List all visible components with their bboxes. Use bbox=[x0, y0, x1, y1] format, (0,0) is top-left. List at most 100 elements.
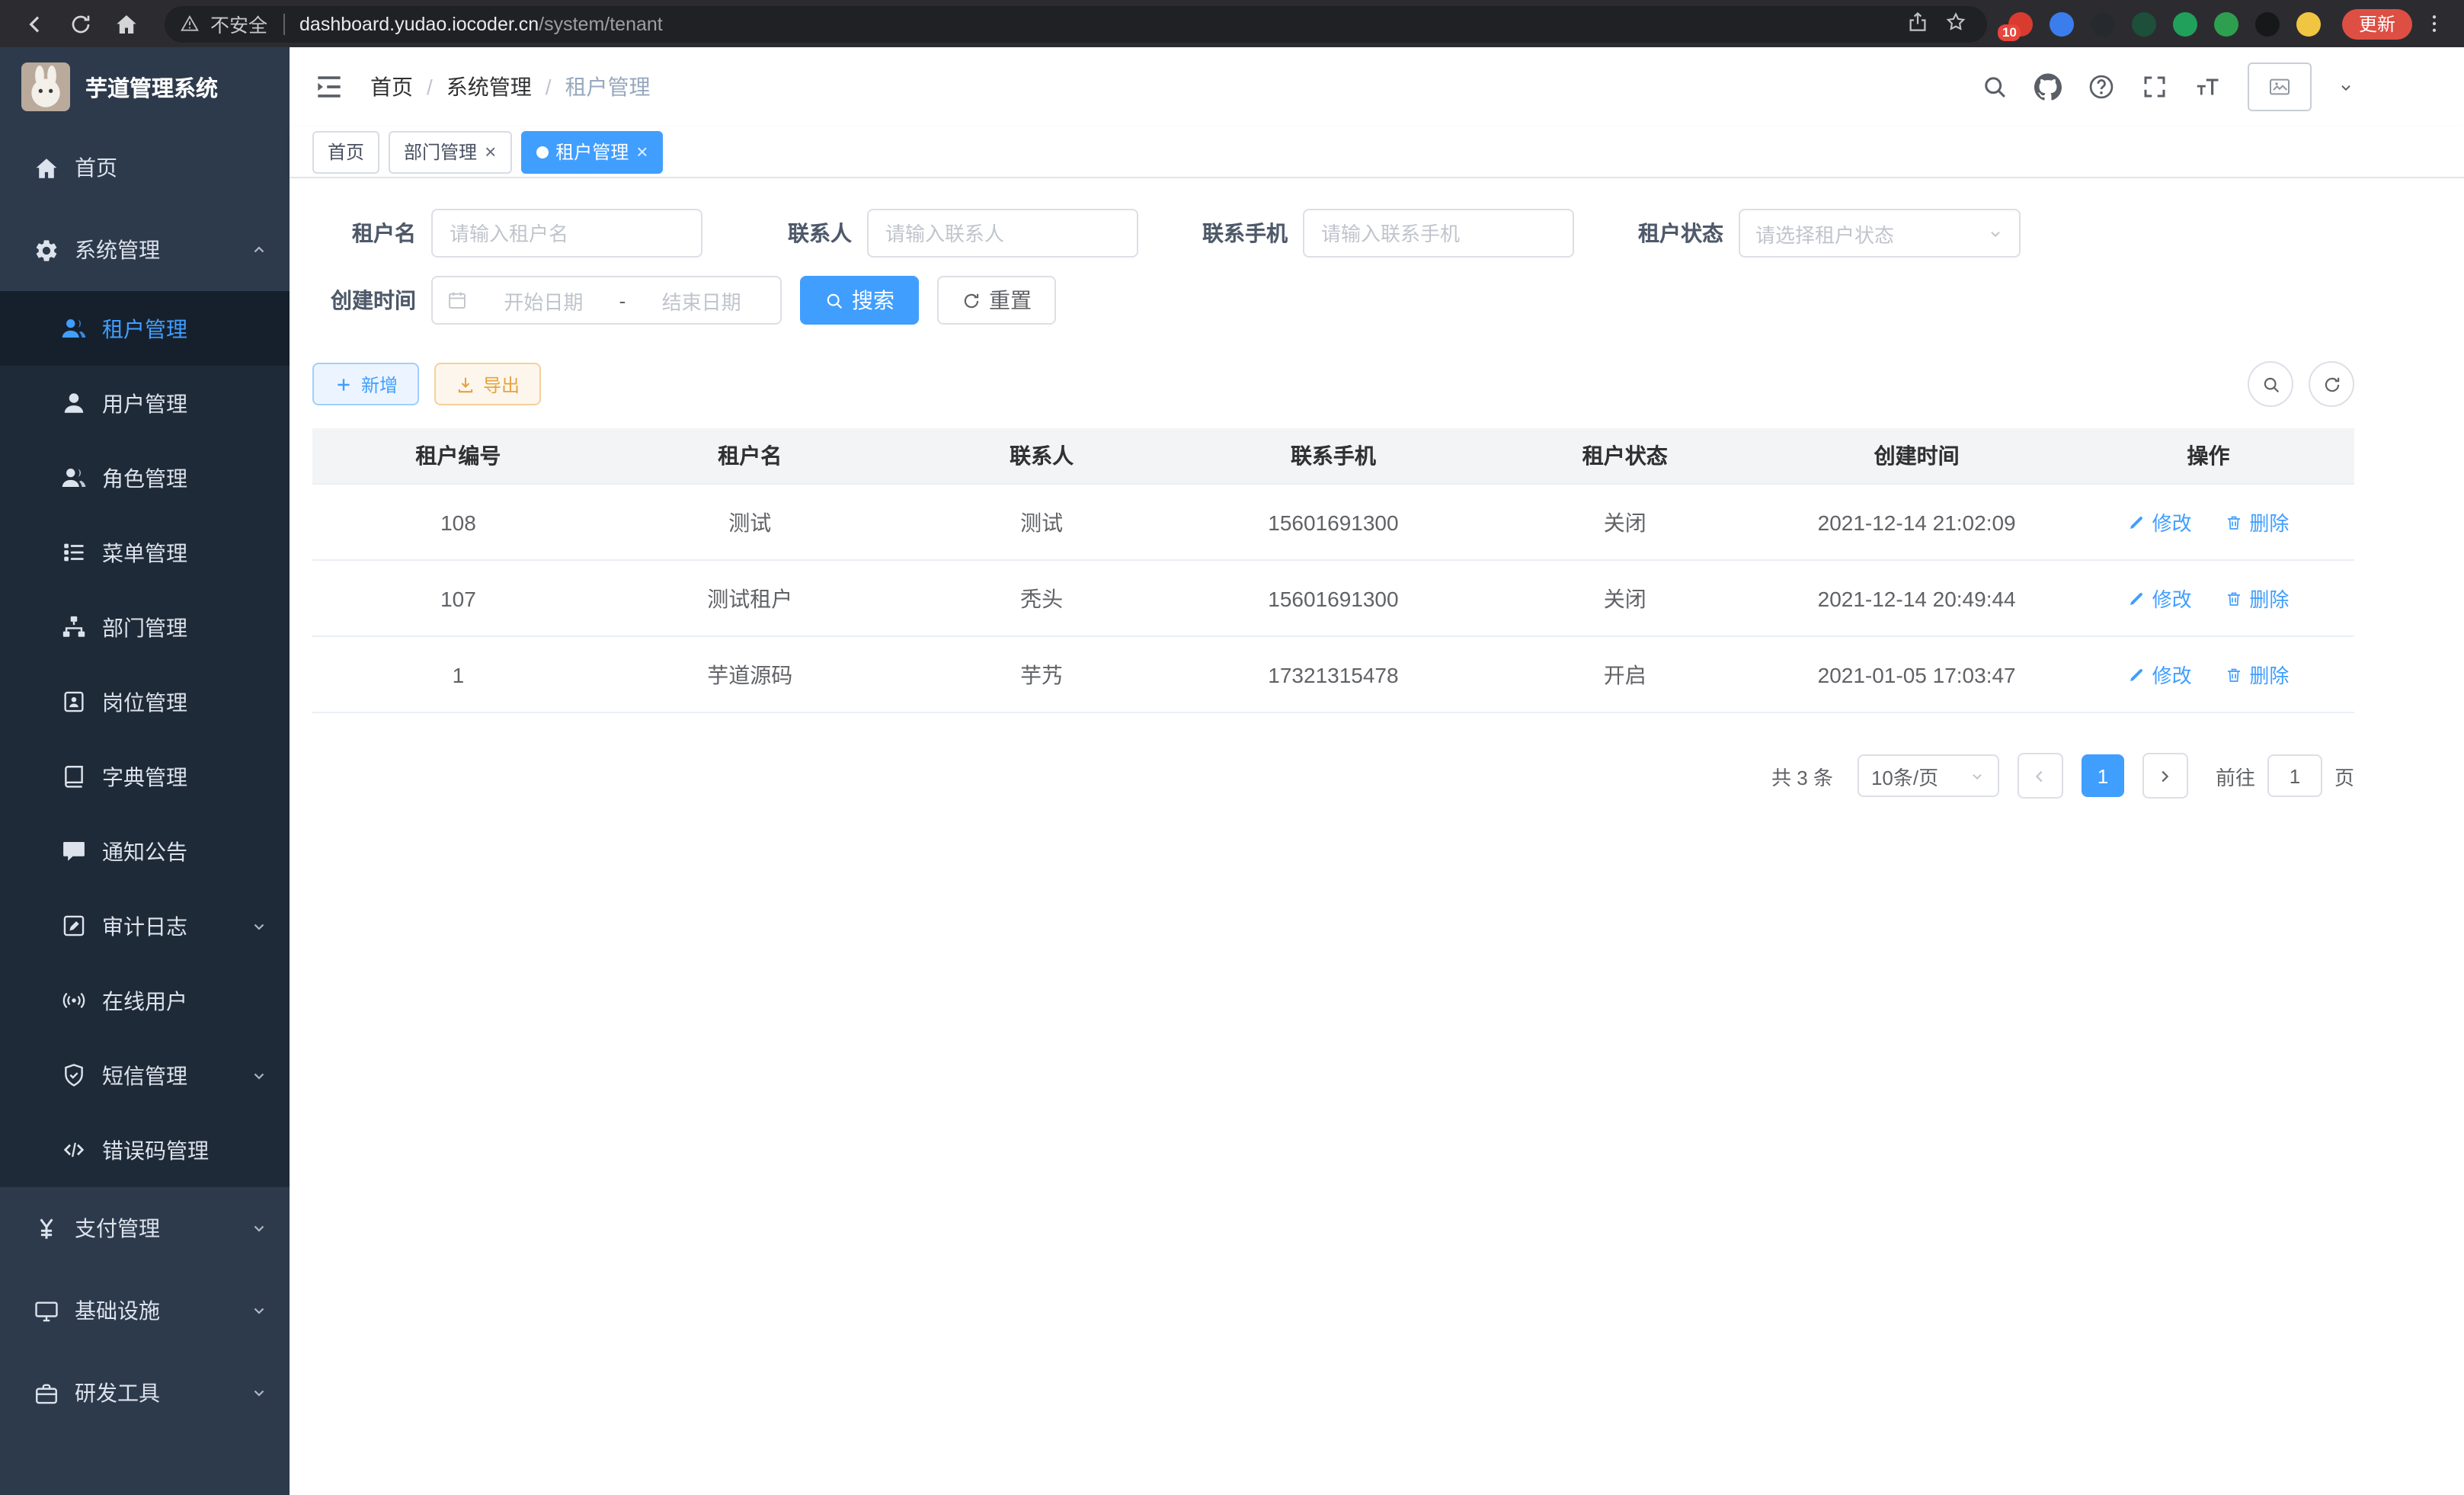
refresh-table-button[interactable] bbox=[2309, 361, 2354, 407]
extension-icon[interactable]: 10 bbox=[2008, 11, 2033, 36]
sidebar-item-audit[interactable]: 审计日志 bbox=[0, 888, 290, 963]
bookmark-star-icon[interactable] bbox=[1944, 10, 1972, 37]
cell-status: 关闭 bbox=[1479, 560, 1771, 636]
reset-button[interactable]: 重置 bbox=[937, 276, 1056, 325]
edit-link[interactable]: 修改 bbox=[2128, 584, 2192, 613]
sidebar-item-dict[interactable]: 字典管理 bbox=[0, 739, 290, 814]
contact-input[interactable] bbox=[867, 209, 1138, 258]
delete-link[interactable]: 删除 bbox=[2225, 660, 2289, 689]
search-button[interactable]: 搜索 bbox=[800, 276, 919, 325]
address-bar[interactable]: 不安全 dashboard.yudao.iocoder.cn/system/te… bbox=[165, 5, 1987, 42]
sidebar-item-sms[interactable]: 短信管理 bbox=[0, 1038, 290, 1112]
chevron-down-icon bbox=[1969, 767, 1986, 784]
search-icon bbox=[2261, 374, 2280, 394]
goto-page-input[interactable] bbox=[2267, 754, 2322, 797]
browser-update-button[interactable]: 更新 bbox=[2342, 8, 2412, 39]
chat-icon bbox=[61, 838, 87, 864]
sidebar-item-errcode[interactable]: 错误码管理 bbox=[0, 1112, 290, 1187]
collapse-sidebar-icon[interactable] bbox=[312, 70, 346, 104]
sidebar-item-infra[interactable]: 基础设施 bbox=[0, 1269, 290, 1352]
close-icon[interactable]: × bbox=[636, 142, 648, 162]
next-page-button[interactable] bbox=[2142, 753, 2188, 799]
chevron-down-icon bbox=[250, 1066, 268, 1084]
tenant-name-filter: 租户名 bbox=[312, 209, 702, 258]
add-button[interactable]: 新增 bbox=[312, 363, 419, 405]
font-size-icon[interactable] bbox=[2194, 73, 2222, 101]
extension-icon[interactable] bbox=[2214, 11, 2238, 36]
help-icon[interactable] bbox=[2088, 73, 2115, 101]
sidebar-item-dev[interactable]: 研发工具 bbox=[0, 1352, 290, 1434]
breadcrumb-item[interactable]: 首页 bbox=[370, 72, 413, 102]
list-icon bbox=[61, 539, 87, 565]
sidebar-item-role[interactable]: 角色管理 bbox=[0, 440, 290, 515]
close-icon[interactable]: × bbox=[485, 142, 496, 162]
github-icon[interactable] bbox=[2034, 73, 2062, 101]
sidebar-item-home[interactable]: 首页 bbox=[0, 126, 290, 209]
create-time-filter: 创建时间 开始日期 - 结束日期 bbox=[312, 276, 782, 325]
sidebar-item-tenant[interactable]: 租户管理 bbox=[0, 291, 290, 366]
extension-icon[interactable] bbox=[2255, 11, 2280, 36]
cell-status: 关闭 bbox=[1479, 484, 1771, 560]
browser-back-button[interactable] bbox=[15, 4, 55, 43]
sidebar-item-notice[interactable]: 通知公告 bbox=[0, 814, 290, 888]
phone-input[interactable] bbox=[1303, 209, 1574, 258]
sidebar-item-menu[interactable]: 菜单管理 bbox=[0, 515, 290, 590]
avatar[interactable] bbox=[2248, 62, 2312, 111]
table-row: 1 芋道源码 芋艿 17321315478 开启 2021-01-05 17:0… bbox=[312, 636, 2354, 712]
prev-page-button[interactable] bbox=[2018, 753, 2063, 799]
sidebar-item-user[interactable]: 用户管理 bbox=[0, 366, 290, 440]
extension-icon[interactable] bbox=[2050, 11, 2074, 36]
cell-tenant-id: 1 bbox=[312, 636, 604, 712]
share-icon[interactable] bbox=[1906, 10, 1934, 37]
url-path: /system/tenant bbox=[539, 13, 663, 34]
page-size-select[interactable]: 10条/页 bbox=[1858, 754, 1999, 797]
tab-dept[interactable]: 部门管理 × bbox=[389, 130, 511, 173]
status-select[interactable]: 请选择租户状态 bbox=[1739, 209, 2021, 258]
url-host: dashboard.yudao.iocoder.cn bbox=[299, 13, 539, 34]
browser-home-button[interactable] bbox=[107, 4, 146, 43]
sidebar-item-system[interactable]: 系统管理 bbox=[0, 209, 290, 291]
tab-home[interactable]: 首页 bbox=[312, 130, 379, 173]
trash-icon bbox=[2225, 665, 2243, 683]
cell-actions: 修改 删除 bbox=[2062, 484, 2354, 560]
date-range-picker[interactable]: 开始日期 - 结束日期 bbox=[431, 276, 782, 325]
column-header: 租户名 bbox=[604, 428, 896, 484]
calendar-icon bbox=[446, 290, 468, 311]
extension-icon[interactable] bbox=[2296, 11, 2321, 36]
refresh-icon bbox=[962, 290, 981, 310]
goto-page: 前往 页 bbox=[2216, 754, 2354, 797]
sidebar-item-pay[interactable]: 支付管理 bbox=[0, 1187, 290, 1269]
topbar-actions bbox=[1981, 62, 2354, 111]
delete-link[interactable]: 删除 bbox=[2225, 584, 2289, 613]
sidebar-item-post[interactable]: 岗位管理 bbox=[0, 664, 290, 739]
extension-icon[interactable] bbox=[2132, 11, 2156, 36]
extension-icon[interactable] bbox=[2173, 11, 2197, 36]
page-number-1[interactable]: 1 bbox=[2082, 754, 2124, 797]
export-button[interactable]: 导出 bbox=[434, 363, 541, 405]
book-icon bbox=[61, 764, 87, 789]
breadcrumb-separator: / bbox=[546, 75, 552, 99]
tenant-name-input[interactable] bbox=[431, 209, 702, 258]
edit-link[interactable]: 修改 bbox=[2128, 660, 2192, 689]
create-time-label: 创建时间 bbox=[312, 285, 431, 315]
sidebar-menu: 首页 系统管理 租户管理 用户管理 角色管理 菜单管理 bbox=[0, 126, 290, 1495]
delete-link[interactable]: 删除 bbox=[2225, 507, 2289, 536]
broken-image-icon bbox=[2267, 75, 2292, 99]
breadcrumb-item[interactable]: 系统管理 bbox=[446, 72, 532, 102]
home-icon bbox=[34, 155, 59, 181]
chevron-down-icon[interactable] bbox=[2338, 78, 2354, 95]
tab-tenant[interactable]: 租户管理 × bbox=[520, 130, 663, 173]
search-icon[interactable] bbox=[1981, 73, 2008, 101]
show-search-button[interactable] bbox=[2248, 361, 2293, 407]
chevron-down-icon bbox=[250, 1301, 268, 1320]
sidebar-item-online[interactable]: 在线用户 bbox=[0, 963, 290, 1038]
fullscreen-icon[interactable] bbox=[2141, 73, 2168, 101]
browser-reload-button[interactable] bbox=[61, 4, 101, 43]
date-separator: - bbox=[619, 289, 626, 312]
edit-link[interactable]: 修改 bbox=[2128, 507, 2192, 536]
sidebar-item-dept[interactable]: 部门管理 bbox=[0, 590, 290, 664]
browser-menu-icon[interactable] bbox=[2418, 8, 2449, 39]
cell-created: 2021-01-05 17:03:47 bbox=[1771, 636, 2062, 712]
app-logo: 芋道管理系统 bbox=[0, 47, 290, 126]
extension-icon[interactable] bbox=[2091, 11, 2115, 36]
